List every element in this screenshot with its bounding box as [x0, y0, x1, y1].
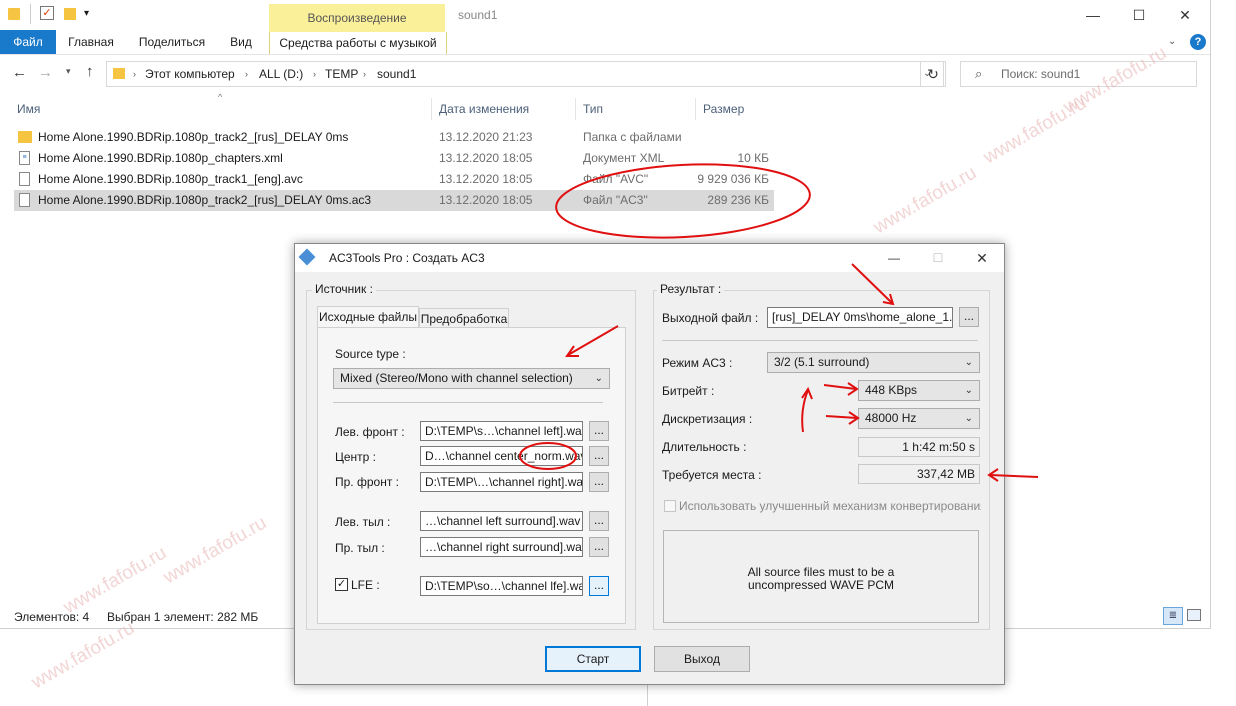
- annotation-arrow-output: [851, 263, 893, 304]
- annotation-ellipse-norm: [519, 442, 577, 470]
- annotation-layer: [519, 163, 1039, 482]
- annotation-ellipse-ac3-row: [555, 163, 811, 239]
- annotation-arrow-samplerate: [825, 415, 858, 419]
- annotation-arrow-source-type: [567, 325, 619, 356]
- annotation-arrow-space: [989, 474, 1039, 478]
